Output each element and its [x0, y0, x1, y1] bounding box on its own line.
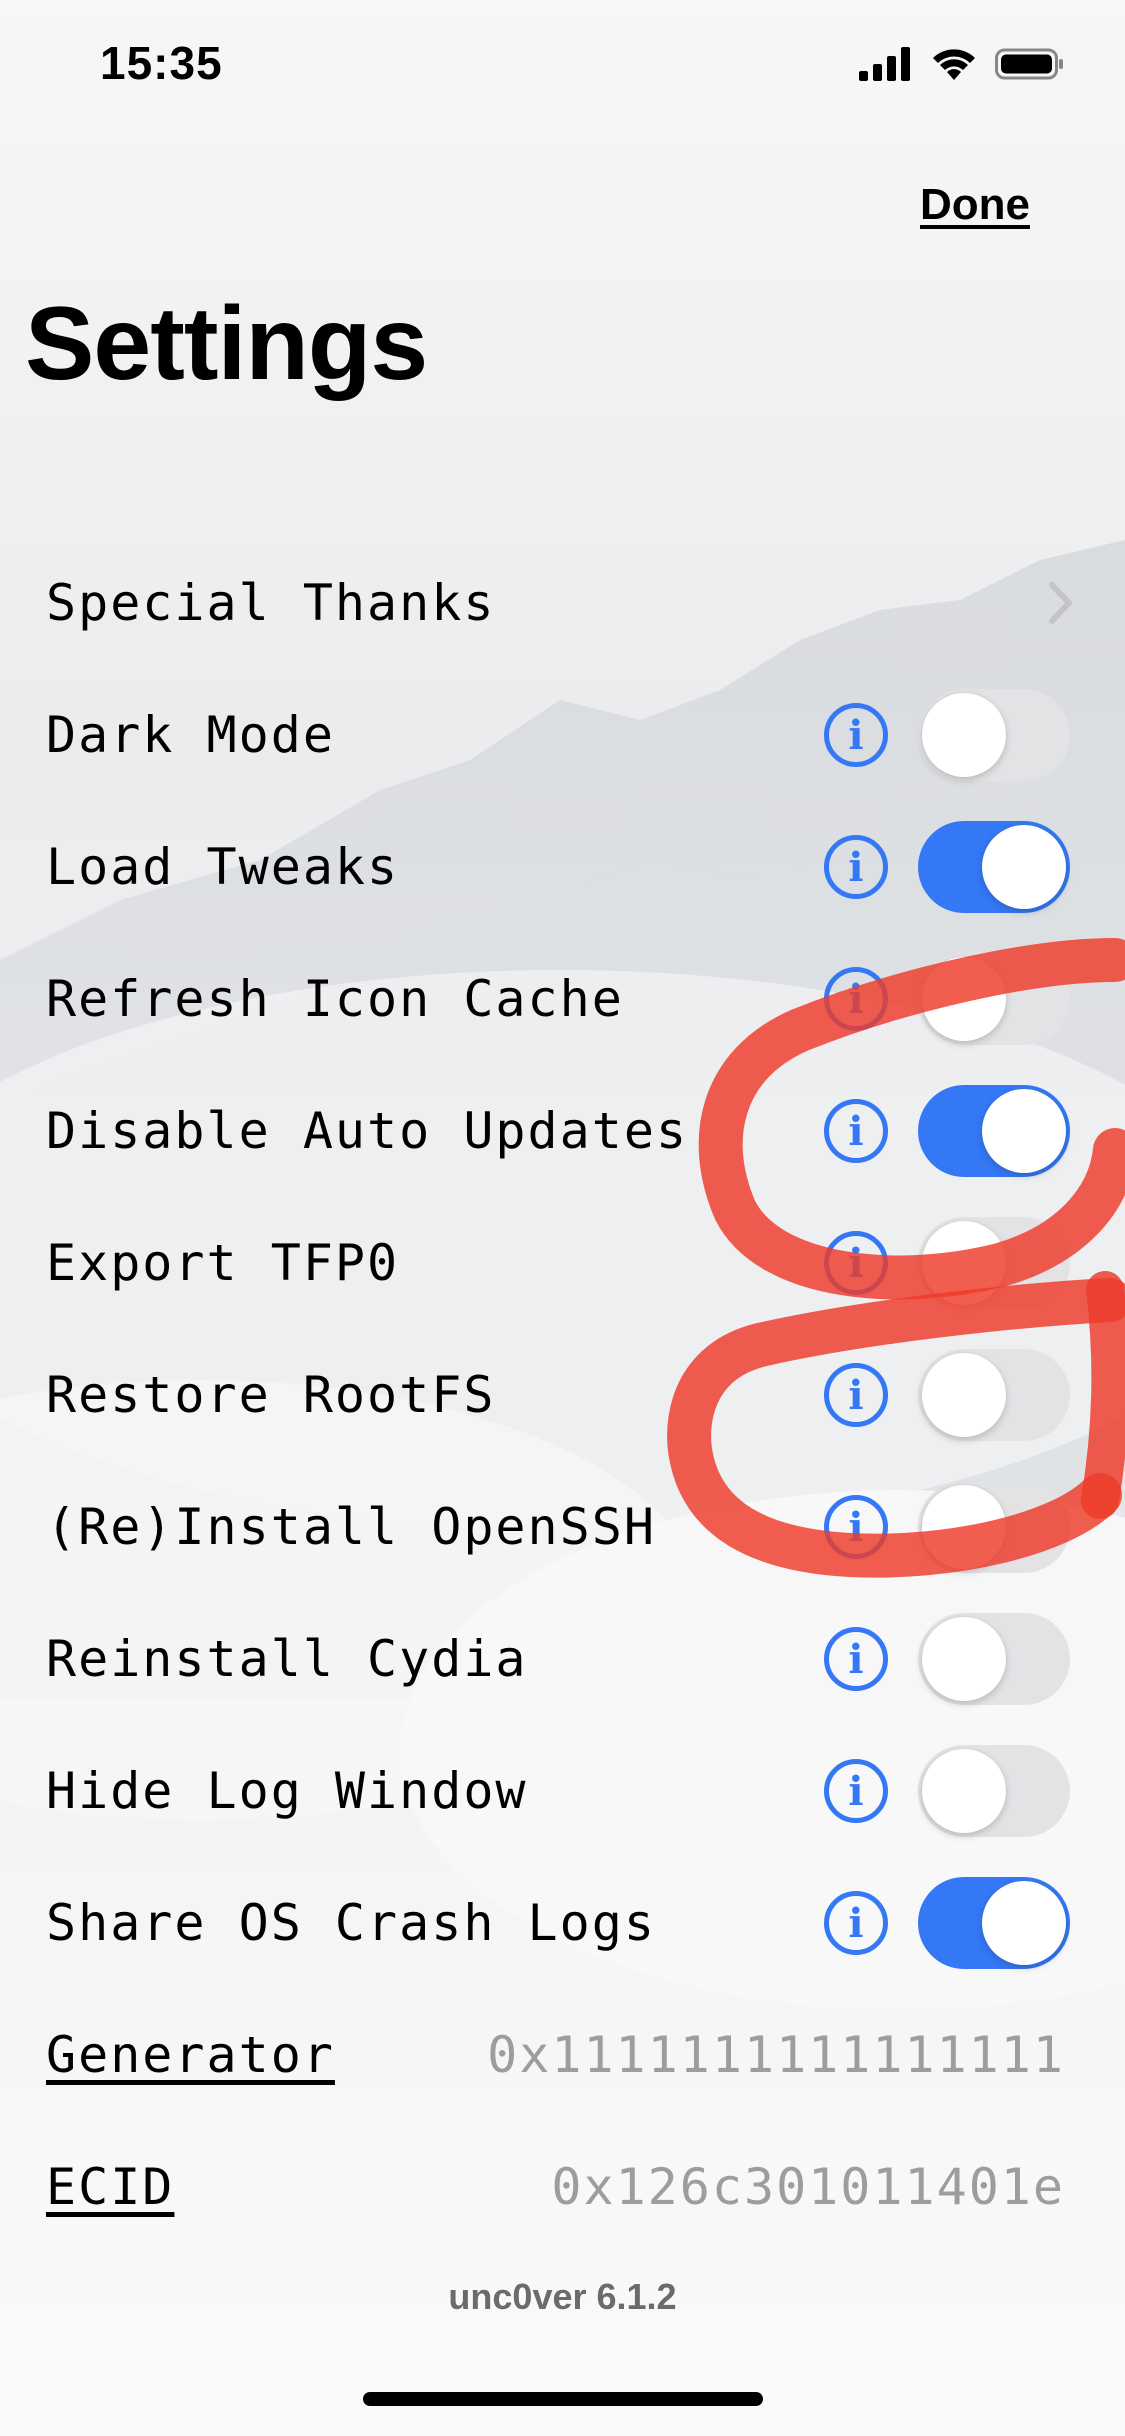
reinstall-openssh-toggle[interactable]	[918, 1481, 1070, 1573]
generator-value: 0x1111111111111111	[487, 2026, 1065, 2084]
row-label: Export TFP0	[46, 1234, 400, 1292]
row-label: Reinstall Cydia	[46, 1630, 528, 1688]
row-refresh-icon-cache: Refresh Icon Cache i	[0, 933, 1125, 1065]
cellular-signal-icon	[859, 47, 910, 81]
row-disable-auto-updates: Disable Auto Updates i	[0, 1065, 1125, 1197]
row-dark-mode: Dark Mode i	[0, 669, 1125, 801]
toggle-knob	[982, 1089, 1066, 1173]
load-tweaks-toggle[interactable]	[918, 821, 1070, 913]
row-reinstall-cydia: Reinstall Cydia i	[0, 1593, 1125, 1725]
toggle-knob	[922, 1353, 1006, 1437]
generator-link[interactable]: Generator	[46, 2026, 335, 2084]
chevron-right-icon	[1049, 582, 1072, 624]
row-label: Disable Auto Updates	[46, 1102, 689, 1160]
info-icon[interactable]: i	[824, 703, 888, 767]
settings-list: Special Thanks Dark Mode i Load Tweaks i…	[0, 537, 1125, 2253]
toggle-knob	[922, 1485, 1006, 1569]
toggle-knob	[982, 1881, 1066, 1965]
info-icon[interactable]: i	[824, 1363, 888, 1427]
version-label: unc0ver 6.1.2	[448, 2276, 677, 2317]
row-ecid: ECID 0x126c301011401e	[0, 2121, 1125, 2253]
row-label: Special Thanks	[46, 574, 496, 632]
ecid-link[interactable]: ECID	[46, 2158, 174, 2216]
disable-auto-updates-toggle[interactable]	[918, 1085, 1070, 1177]
home-indicator	[363, 2392, 763, 2406]
row-hide-log-window: Hide Log Window i	[0, 1725, 1125, 1857]
toggle-knob	[922, 1749, 1006, 1833]
refresh-icon-cache-toggle[interactable]	[918, 953, 1070, 1045]
info-icon[interactable]: i	[824, 1099, 888, 1163]
status-time: 15:35	[100, 37, 223, 89]
status-bar: 15:35	[0, 0, 1125, 130]
reinstall-cydia-toggle[interactable]	[918, 1613, 1070, 1705]
info-icon[interactable]: i	[824, 1627, 888, 1691]
row-restore-rootfs: Restore RootFS i	[0, 1329, 1125, 1461]
toggle-knob	[922, 1221, 1006, 1305]
wifi-icon	[933, 49, 975, 80]
info-icon[interactable]: i	[824, 1231, 888, 1295]
row-label: Share OS Crash Logs	[46, 1894, 656, 1952]
ecid-value: 0x126c301011401e	[551, 2158, 1065, 2216]
export-tfp0-toggle[interactable]	[918, 1217, 1070, 1309]
info-icon[interactable]: i	[824, 1759, 888, 1823]
row-label: Dark Mode	[46, 706, 335, 764]
share-os-crash-logs-toggle[interactable]	[918, 1877, 1070, 1969]
row-label: Load Tweaks	[46, 838, 400, 896]
done-button[interactable]: Done	[920, 180, 1030, 230]
status-icons	[859, 44, 1065, 84]
toggle-knob	[922, 957, 1006, 1041]
row-export-tfp0: Export TFP0 i	[0, 1197, 1125, 1329]
row-label: Hide Log Window	[46, 1762, 528, 1820]
toggle-knob	[922, 1617, 1006, 1701]
info-icon[interactable]: i	[824, 835, 888, 899]
info-icon[interactable]: i	[824, 967, 888, 1031]
hide-log-window-toggle[interactable]	[918, 1745, 1070, 1837]
row-share-os-crash-logs: Share OS Crash Logs i	[0, 1857, 1125, 1989]
row-label: (Re)Install OpenSSH	[46, 1498, 656, 1556]
toggle-knob	[982, 825, 1066, 909]
dark-mode-toggle[interactable]	[918, 689, 1070, 781]
battery-icon	[995, 48, 1063, 80]
row-reinstall-openssh: (Re)Install OpenSSH i	[0, 1461, 1125, 1593]
row-label: Refresh Icon Cache	[46, 970, 624, 1028]
row-special-thanks[interactable]: Special Thanks	[0, 537, 1125, 669]
restore-rootfs-toggle[interactable]	[918, 1349, 1070, 1441]
row-label: Restore RootFS	[46, 1366, 496, 1424]
row-load-tweaks: Load Tweaks i	[0, 801, 1125, 933]
toggle-knob	[922, 693, 1006, 777]
row-generator: Generator 0x1111111111111111	[0, 1989, 1125, 2121]
info-icon[interactable]: i	[824, 1891, 888, 1955]
page-title: Settings	[25, 286, 428, 402]
info-icon[interactable]: i	[824, 1495, 888, 1559]
